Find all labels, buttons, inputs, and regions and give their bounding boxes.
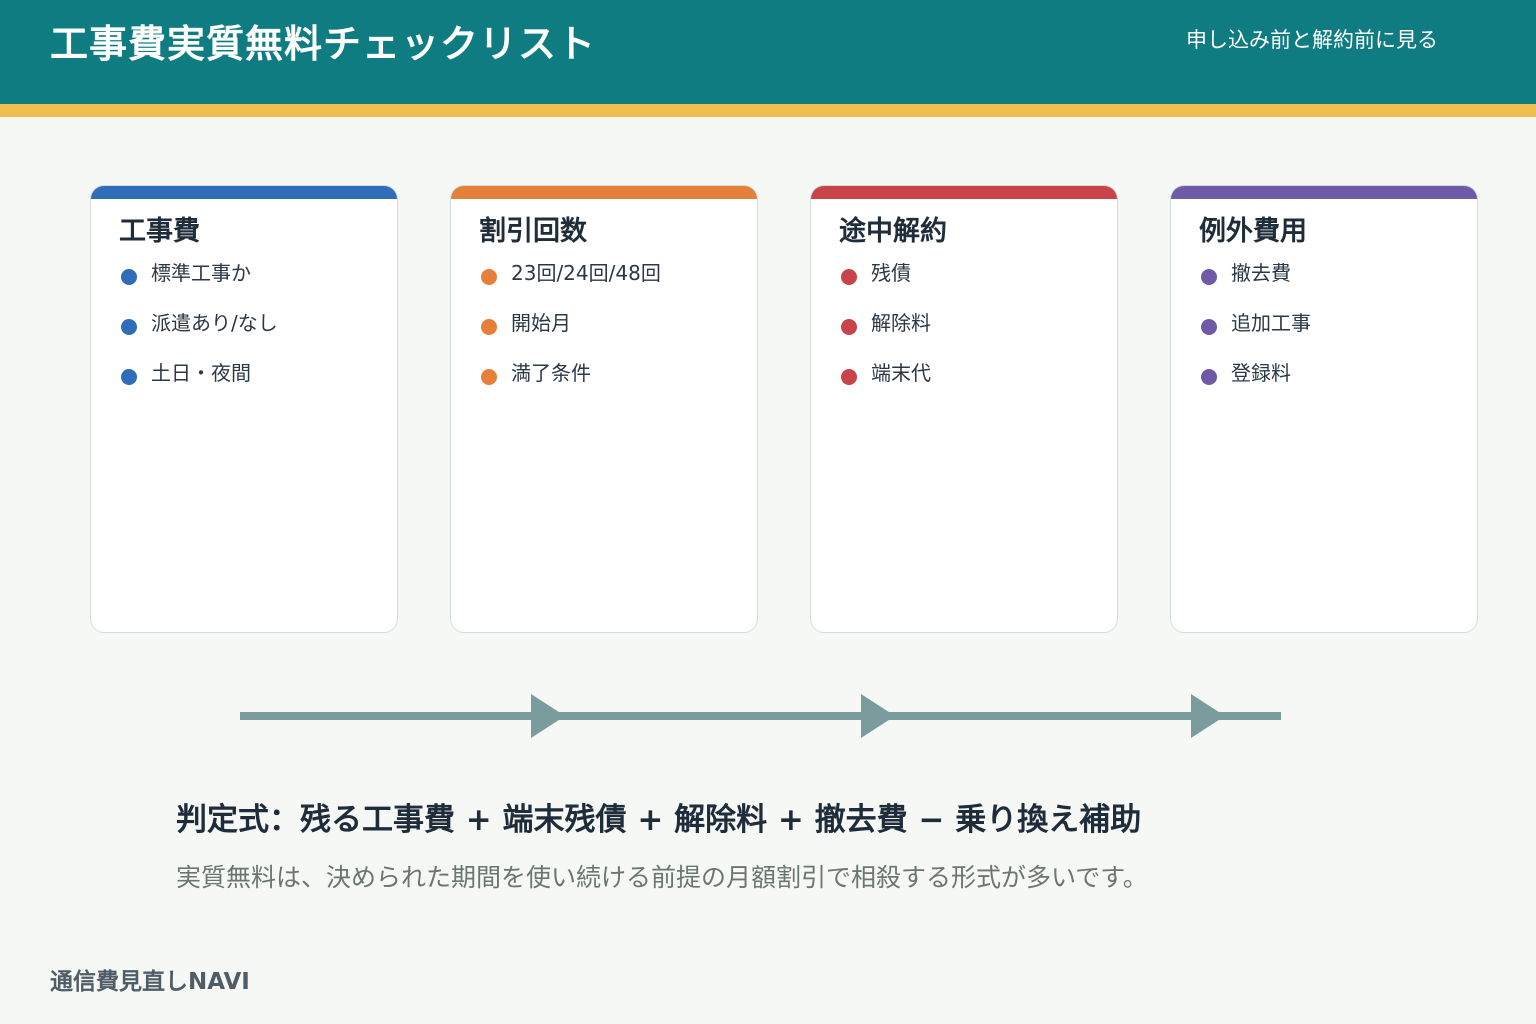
- checklist-item: 登録料: [1199, 358, 1311, 408]
- checklist-item-label: 撤去費: [1231, 261, 1291, 285]
- card-checklist: 撤去費 追加工事 登録料: [1199, 258, 1311, 408]
- checklist-item-label: 登録料: [1231, 361, 1291, 385]
- checklist-item: 残債: [839, 258, 931, 308]
- card-title: 例外費用: [1199, 216, 1307, 247]
- card-discount-count: 割引回数 23回/24回/48回 開始月 満了条件: [450, 185, 758, 633]
- checklist-item: 派遣あり/なし: [119, 308, 278, 358]
- card-accent-bar: [811, 186, 1117, 199]
- checklist-item: 標準工事か: [119, 258, 278, 308]
- card-exceptional-costs: 例外費用 撤去費 追加工事 登録料: [1170, 185, 1478, 633]
- bullet-dot-icon: [841, 269, 857, 285]
- checklist-item: 23回/24回/48回: [479, 258, 661, 308]
- checklist-item-label: 23回/24回/48回: [511, 261, 661, 285]
- checklist-item-label: 開始月: [511, 311, 571, 335]
- checklist-item: 端末代: [839, 358, 931, 408]
- judgement-formula: 判定式：残る工事費 + 端末残債 + 解除料 + 撤去費 − 乗り換え補助: [176, 802, 1142, 838]
- header-accent-stripe: [0, 104, 1536, 117]
- flow-arrowhead-icon: [861, 694, 895, 738]
- card-checklist: 標準工事か 派遣あり/なし 土日・夜間: [119, 258, 278, 408]
- checklist-item-label: 端末代: [871, 361, 931, 385]
- checklist-item-label: 土日・夜間: [151, 361, 251, 385]
- page-subtitle: 申し込み前と解約前に見る: [1186, 28, 1438, 52]
- checklist-item: 満了条件: [479, 358, 661, 408]
- checklist-item-label: 標準工事か: [151, 261, 251, 285]
- bullet-dot-icon: [1201, 369, 1217, 385]
- bullet-dot-icon: [121, 319, 137, 335]
- checklist-item-label: 追加工事: [1231, 311, 1311, 335]
- card-accent-bar: [91, 186, 397, 199]
- explanatory-note: 実質無料は、決められた期間を使い続ける前提の月額割引で相殺する形式が多いです。: [176, 863, 1148, 892]
- bullet-dot-icon: [121, 269, 137, 285]
- checklist-item: 撤去費: [1199, 258, 1311, 308]
- bullet-dot-icon: [841, 369, 857, 385]
- brand-logo-text: 通信費見直しNAVI: [50, 969, 250, 995]
- page-title: 工事費実質無料チェックリスト: [50, 22, 597, 66]
- checklist-item: 開始月: [479, 308, 661, 358]
- checklist-item-label: 解除料: [871, 311, 931, 335]
- checklist-item-label: 派遣あり/なし: [151, 311, 278, 335]
- checklist-item: 追加工事: [1199, 308, 1311, 358]
- checklist-item: 解除料: [839, 308, 931, 358]
- bullet-dot-icon: [481, 319, 497, 335]
- card-title: 途中解約: [839, 216, 947, 247]
- bullet-dot-icon: [1201, 319, 1217, 335]
- card-title: 工事費: [119, 216, 200, 247]
- bullet-dot-icon: [481, 369, 497, 385]
- card-checklist: 残債 解除料 端末代: [839, 258, 931, 408]
- bullet-dot-icon: [481, 269, 497, 285]
- bullet-dot-icon: [841, 319, 857, 335]
- flow-arrowhead-icon: [531, 694, 565, 738]
- header-bar: 工事費実質無料チェックリスト 申し込み前と解約前に見る: [0, 0, 1536, 104]
- flow-arrow: [240, 694, 1281, 738]
- card-early-cancellation: 途中解約 残債 解除料 端末代: [810, 185, 1118, 633]
- checklist-item: 土日・夜間: [119, 358, 278, 408]
- card-accent-bar: [451, 186, 757, 199]
- checklist-item-label: 満了条件: [511, 361, 591, 385]
- card-construction-fee: 工事費 標準工事か 派遣あり/なし 土日・夜間: [90, 185, 398, 633]
- flow-arrowhead-icon: [1191, 694, 1225, 738]
- card-title: 割引回数: [479, 216, 587, 247]
- checklist-item-label: 残債: [871, 261, 911, 285]
- bullet-dot-icon: [121, 369, 137, 385]
- bullet-dot-icon: [1201, 269, 1217, 285]
- card-checklist: 23回/24回/48回 開始月 満了条件: [479, 258, 661, 408]
- card-accent-bar: [1171, 186, 1477, 199]
